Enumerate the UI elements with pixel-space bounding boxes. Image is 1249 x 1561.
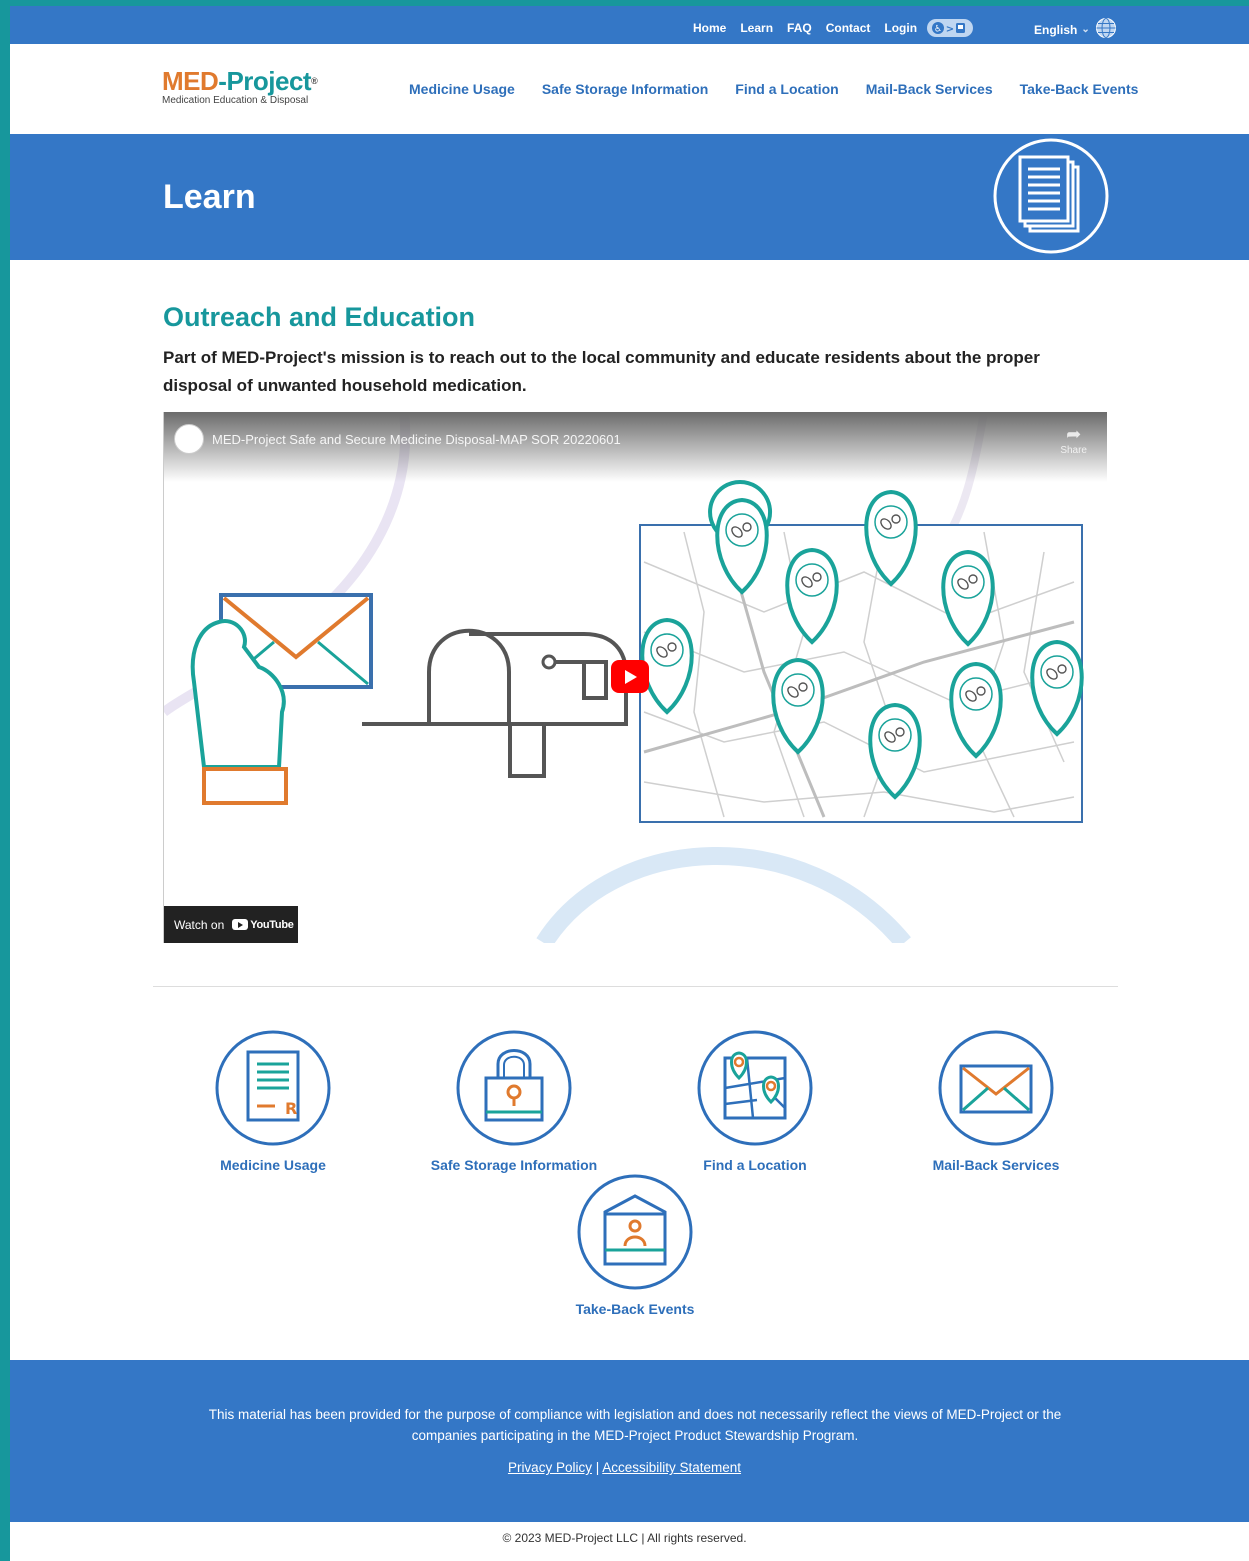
section-divider: [153, 986, 1118, 987]
logo-med: MED: [162, 66, 219, 96]
card-mail-back[interactable]: Mail-Back Services: [896, 1030, 1096, 1173]
share-button[interactable]: ➦ Share: [1060, 424, 1087, 456]
footer-links: Privacy Policy | Accessibility Statement: [10, 1460, 1249, 1475]
hero-banner: Learn: [10, 134, 1249, 260]
utility-link-learn[interactable]: Learn: [740, 21, 773, 35]
language-selector[interactable]: English ⌄: [1034, 17, 1117, 42]
play-button-icon[interactable]: [611, 660, 649, 693]
svg-text:♿: ♿: [934, 25, 942, 35]
prescription-document-icon: R: [215, 1030, 331, 1146]
youtube-logo-icon: YouTube: [232, 918, 294, 931]
site-footer: This material has been provided for the …: [10, 1360, 1249, 1522]
logo-wordmark: MED-Project®: [162, 66, 318, 96]
utility-link-faq[interactable]: FAQ: [787, 21, 812, 35]
watch-on-label: Watch on: [174, 917, 225, 932]
padlock-icon: [456, 1030, 572, 1146]
utility-link-contact[interactable]: Contact: [826, 21, 871, 35]
card-medicine-usage[interactable]: R Medicine Usage: [173, 1030, 373, 1173]
site-header: MED-Project® Medication Education & Disp…: [10, 44, 1249, 134]
footer-link-separator: |: [591, 1460, 603, 1475]
documents-icon: [992, 137, 1110, 260]
utility-links: Home Learn FAQ Contact Login ♿ >: [693, 19, 974, 37]
video-title[interactable]: MED-Project Safe and Secure Medicine Dis…: [212, 432, 621, 447]
accessibility-toggle-icon[interactable]: ♿ >: [927, 19, 974, 37]
page: Home Learn FAQ Contact Login ♿ > English…: [0, 0, 1249, 1561]
card-label-take-back: Take-Back Events: [575, 1301, 695, 1317]
card-label-medicine-usage: Medicine Usage: [220, 1157, 326, 1173]
nav-medicine-usage[interactable]: Medicine Usage: [409, 81, 515, 97]
map-pins-icon: [697, 1030, 813, 1146]
utility-link-home[interactable]: Home: [693, 21, 726, 35]
envelope-icon: [938, 1030, 1054, 1146]
channel-avatar-icon[interactable]: [174, 424, 204, 454]
section-title: Outreach and Education: [163, 302, 476, 332]
nav-find-location[interactable]: Find a Location: [735, 81, 838, 97]
card-safe-storage[interactable]: Safe Storage Information: [414, 1030, 614, 1173]
main-nav: Medicine Usage Safe Storage Information …: [409, 81, 1165, 97]
kiosk-person-icon: [577, 1174, 693, 1290]
logo-registered: ®: [311, 76, 318, 86]
chevron-down-icon: ⌄: [1081, 24, 1090, 35]
svg-text:R: R: [285, 1099, 297, 1118]
utility-bar: Home Learn FAQ Contact Login ♿ > English…: [10, 6, 1249, 44]
card-take-back[interactable]: Take-Back Events: [535, 1174, 735, 1317]
card-label-mail-back: Mail-Back Services: [932, 1157, 1060, 1173]
site-logo[interactable]: MED-Project® Medication Education & Disp…: [162, 66, 318, 106]
logo-subtitle: Medication Education & Disposal: [162, 95, 309, 106]
language-label: English: [1034, 22, 1078, 37]
watch-on-youtube-button[interactable]: Watch on YouTube: [164, 906, 298, 943]
intro-text: Part of MED-Project's mission is to reac…: [163, 348, 1040, 395]
logo-project: -Project: [218, 66, 312, 96]
youtube-label: YouTube: [250, 918, 294, 931]
copyright-text: © 2023 MED-Project LLC | All rights rese…: [502, 1531, 747, 1545]
svg-text:>: >: [946, 24, 954, 35]
globe-icon: [1095, 17, 1117, 42]
card-label-safe-storage: Safe Storage Information: [430, 1157, 598, 1173]
footer-disclaimer: This material has been provided for the …: [208, 1407, 1062, 1443]
share-icon: ➦: [1066, 424, 1082, 444]
card-label-find-location: Find a Location: [703, 1157, 807, 1173]
privacy-policy-link[interactable]: Privacy Policy: [508, 1460, 592, 1475]
video-player[interactable]: MED-Project Safe and Secure Medicine Dis…: [163, 412, 1107, 943]
share-label: Share: [1060, 445, 1087, 456]
nav-take-back[interactable]: Take-Back Events: [1020, 81, 1139, 97]
page-title: Learn: [163, 178, 256, 216]
card-find-location[interactable]: Find a Location: [655, 1030, 855, 1173]
accessibility-statement-link[interactable]: Accessibility Statement: [602, 1460, 741, 1475]
video-title-overlay: [164, 412, 1107, 482]
utility-link-login[interactable]: Login: [884, 21, 917, 35]
nav-mail-back[interactable]: Mail-Back Services: [866, 81, 993, 97]
nav-safe-storage[interactable]: Safe Storage Information: [542, 81, 708, 97]
